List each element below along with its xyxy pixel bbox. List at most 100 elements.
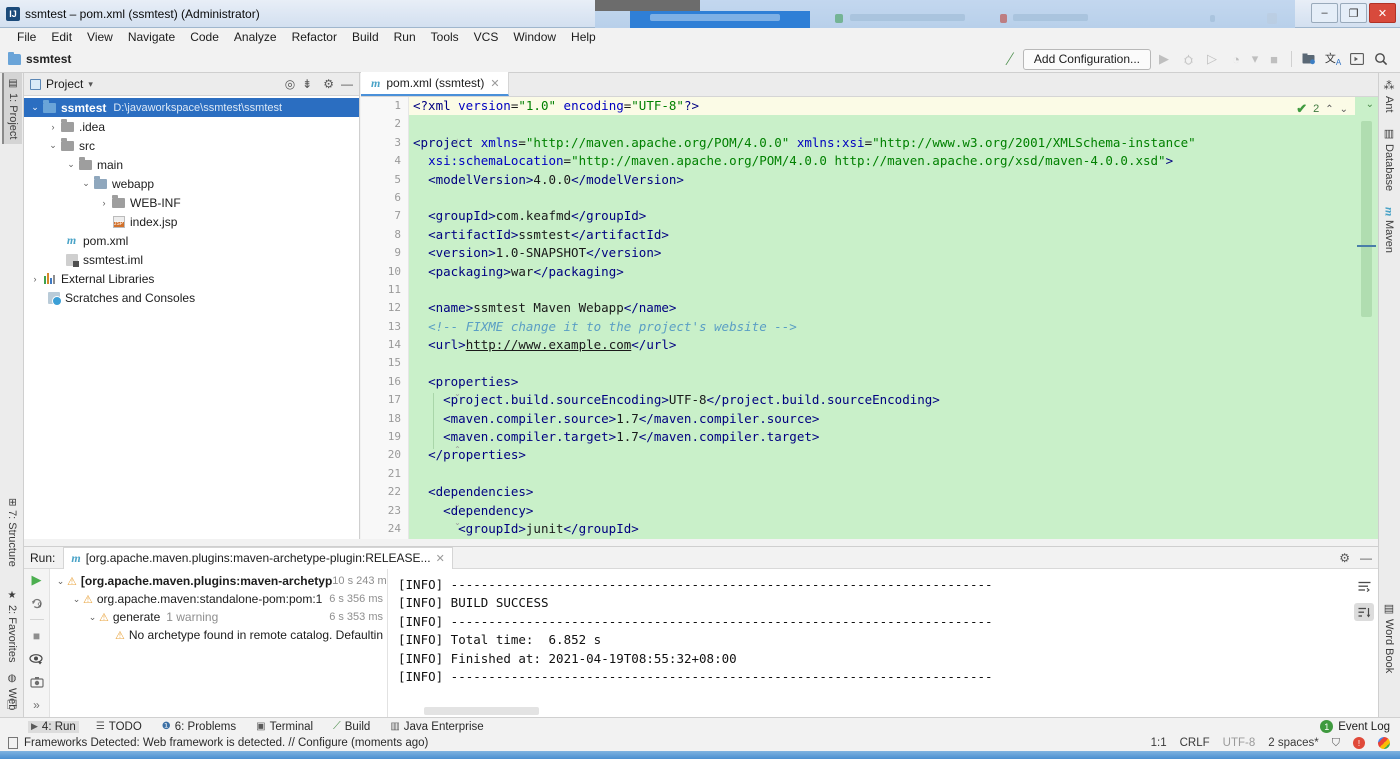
chevron-down-icon[interactable]: ⌄ bbox=[1366, 99, 1374, 110]
menu-file[interactable]: File bbox=[10, 29, 43, 45]
menu-window[interactable]: Window bbox=[506, 29, 563, 45]
collapse-all-icon[interactable]: ⇟ bbox=[302, 77, 312, 91]
indent-setting[interactable]: 2 spaces* bbox=[1268, 737, 1319, 749]
tree-item-scratches-and-consoles[interactable]: Scratches and Consoles bbox=[24, 288, 359, 307]
stop-icon[interactable]: ■ bbox=[1263, 49, 1285, 70]
tree-item-ssmtest-iml[interactable]: ssmtest.iml bbox=[24, 250, 359, 269]
file-encoding[interactable]: UTF-8 bbox=[1223, 737, 1256, 749]
close-button[interactable]: ✕ bbox=[1369, 3, 1396, 23]
project-panel-title-group[interactable]: Project ▾ bbox=[30, 77, 93, 91]
chevron-down-icon[interactable]: ⌄ bbox=[1340, 104, 1348, 115]
debug-icon[interactable] bbox=[1177, 49, 1199, 70]
search-everywhere-icon[interactable] bbox=[1370, 49, 1392, 70]
tree-item-index-jsp[interactable]: index.jsp bbox=[24, 212, 359, 231]
editor-code[interactable]: │ ⌄ ⌃ ⌄ ⌄ <?xml version="1.0" encoding="… bbox=[409, 97, 1355, 539]
inspection-badge-icon[interactable]: ! bbox=[1353, 737, 1365, 749]
tree-item-external-libraries[interactable]: › External Libraries bbox=[24, 269, 359, 288]
tree-item-webapp[interactable]: ⌄ webapp bbox=[24, 174, 359, 193]
project-structure-icon[interactable] bbox=[1298, 49, 1320, 70]
toolwindow-tab-build[interactable]: ⟋ Build bbox=[330, 720, 373, 733]
sort-icon[interactable] bbox=[1354, 603, 1374, 621]
scrollbar-thumb[interactable] bbox=[424, 707, 539, 715]
terminal-icon[interactable] bbox=[1346, 49, 1368, 70]
sidebar-item-wordbook[interactable]: ▤ Word Book bbox=[1379, 598, 1399, 677]
menu-help[interactable]: Help bbox=[564, 29, 603, 45]
menu-tools[interactable]: Tools bbox=[424, 29, 466, 45]
sidebar-item-structure[interactable]: ⊞ 7: Structure bbox=[2, 493, 22, 572]
toolwindow-tab-java-enterprise[interactable]: ▥ Java Enterprise bbox=[387, 721, 486, 733]
chevron-down-icon[interactable]: ⌄ bbox=[70, 594, 83, 605]
run-tree-row[interactable]: ⌄ ⚠ [org.apache.maven.plugins:maven-arch… bbox=[50, 572, 387, 590]
run-tab[interactable]: m [org.apache.maven.plugins:maven-archet… bbox=[63, 546, 453, 569]
minimize-button[interactable]: – bbox=[1311, 3, 1338, 23]
wrap-text-icon[interactable] bbox=[1354, 577, 1374, 595]
rerun-icon[interactable]: ▶ bbox=[32, 572, 42, 587]
tree-item-ssmtest[interactable]: ⌄ ssmtest D:\javaworkspace\ssmtest\ssmte… bbox=[24, 98, 359, 117]
menu-code[interactable]: Code bbox=[183, 29, 226, 45]
editor-gutter[interactable]: 1 2 3 4 5 6 7 8 9 10 11 12 13 14 15 16 1… bbox=[361, 97, 409, 539]
run-tree-row[interactable]: ⌄ ⚠ generate 1 warning 6 s 353 ms bbox=[50, 608, 387, 626]
toolwindow-tab-todo[interactable]: ☰ TODO bbox=[93, 721, 145, 733]
chevron-down-icon[interactable]: ⌄ bbox=[79, 178, 93, 189]
translate-icon[interactable]: 文A bbox=[1322, 49, 1344, 70]
editor-tab-pom-xml[interactable]: m pom.xml (ssmtest) ✕ bbox=[361, 72, 509, 96]
fold-marker-icon[interactable]: ⌃ bbox=[453, 445, 462, 454]
chevron-up-icon[interactable]: ⌃ bbox=[1325, 104, 1333, 115]
sidebar-item-maven[interactable]: m Maven bbox=[1379, 203, 1399, 257]
menu-refactor[interactable]: Refactor bbox=[285, 29, 344, 45]
menu-bar[interactable]: File Edit View Navigate Code Analyze Ref… bbox=[0, 28, 1400, 46]
toggle-visibility-icon[interactable] bbox=[29, 652, 44, 666]
menu-analyze[interactable]: Analyze bbox=[227, 29, 284, 45]
chevron-right-icon[interactable]: › bbox=[28, 274, 42, 284]
tree-item-web-inf[interactable]: › WEB-INF bbox=[24, 193, 359, 212]
run-tree-row[interactable]: ⌄ ⚠ org.apache.maven:standalone-pom:pom:… bbox=[50, 590, 387, 608]
window-layout-icon[interactable]: ❐ bbox=[3, 697, 21, 713]
tree-item-pom-xml[interactable]: m pom.xml bbox=[24, 231, 359, 250]
chevron-right-icon[interactable]: › bbox=[46, 122, 60, 132]
editor-body[interactable]: 1 2 3 4 5 6 7 8 9 10 11 12 13 14 15 16 1… bbox=[361, 97, 1378, 539]
editor-scrollbar[interactable]: ⌄ bbox=[1355, 97, 1378, 539]
export-icon[interactable] bbox=[29, 675, 44, 689]
locate-icon[interactable]: ◎ bbox=[285, 77, 295, 91]
menu-vcs[interactable]: VCS bbox=[467, 29, 506, 45]
run-icon[interactable]: ▶ bbox=[1153, 49, 1175, 70]
fold-marker-icon[interactable]: ⌄ bbox=[453, 389, 462, 398]
chevron-down-icon[interactable]: ⌄ bbox=[46, 140, 60, 151]
chevron-down-icon[interactable]: ▾ bbox=[88, 79, 93, 90]
window-controls[interactable]: – ❐ ✕ bbox=[1311, 3, 1396, 23]
code-folding-column[interactable]: │ ⌄ ⌃ ⌄ ⌄ bbox=[453, 97, 463, 539]
sidebar-item-favorites[interactable]: ★ 2: Favorites bbox=[2, 585, 22, 667]
add-configuration-button[interactable]: Add Configuration... bbox=[1022, 48, 1151, 70]
build-hammer-icon[interactable]: ⟋ bbox=[998, 47, 1023, 71]
caret-position[interactable]: 1:1 bbox=[1151, 737, 1167, 749]
maximize-button[interactable]: ❐ bbox=[1340, 3, 1367, 23]
rerun-failed-icon[interactable]: 9 bbox=[30, 596, 44, 610]
expand-icon[interactable]: » bbox=[33, 698, 40, 712]
scrollbar-thumb[interactable] bbox=[1361, 121, 1372, 317]
close-icon[interactable]: ✕ bbox=[490, 77, 499, 90]
profile-icon[interactable]: ◔ bbox=[1225, 49, 1247, 70]
status-message[interactable]: Frameworks Detected: Web framework is de… bbox=[24, 737, 428, 749]
menu-navigate[interactable]: Navigate bbox=[121, 29, 182, 45]
menu-view[interactable]: View bbox=[80, 29, 120, 45]
hide-icon[interactable]: — bbox=[1360, 551, 1372, 565]
chevron-down-icon[interactable]: ⌄ bbox=[28, 102, 42, 113]
chevron-down-icon[interactable]: ⌄ bbox=[64, 159, 78, 170]
sidebar-item-database[interactable]: ▥ Database bbox=[1379, 123, 1399, 195]
fold-marker-icon[interactable]: │ bbox=[453, 139, 462, 148]
run-tree-row[interactable]: ⚠ No archetype found in remote catalog. … bbox=[50, 626, 387, 644]
sidebar-item-ant[interactable]: ⁂ Ant bbox=[1379, 75, 1399, 117]
close-icon[interactable]: ✕ bbox=[436, 552, 445, 565]
chevron-down-icon[interactable]: ⌄ bbox=[86, 612, 99, 623]
toolwindow-tab-terminal[interactable]: ▣ Terminal bbox=[253, 721, 316, 733]
chevron-down-icon[interactable]: ⌄ bbox=[54, 576, 67, 587]
settings-gear-icon[interactable]: ⚙ bbox=[1339, 551, 1350, 565]
hide-icon[interactable]: — bbox=[341, 77, 353, 91]
menu-build[interactable]: Build bbox=[345, 29, 386, 45]
console-horizontal-scrollbar[interactable] bbox=[388, 706, 1378, 716]
tree-item-main[interactable]: ⌄ main bbox=[24, 155, 359, 174]
fold-marker-icon[interactable]: ⌄ bbox=[453, 518, 462, 527]
chevron-right-icon[interactable]: › bbox=[97, 198, 111, 208]
run-console-output[interactable]: [INFO] ---------------------------------… bbox=[388, 569, 1378, 718]
tree-item-src[interactable]: ⌄ src bbox=[24, 136, 359, 155]
